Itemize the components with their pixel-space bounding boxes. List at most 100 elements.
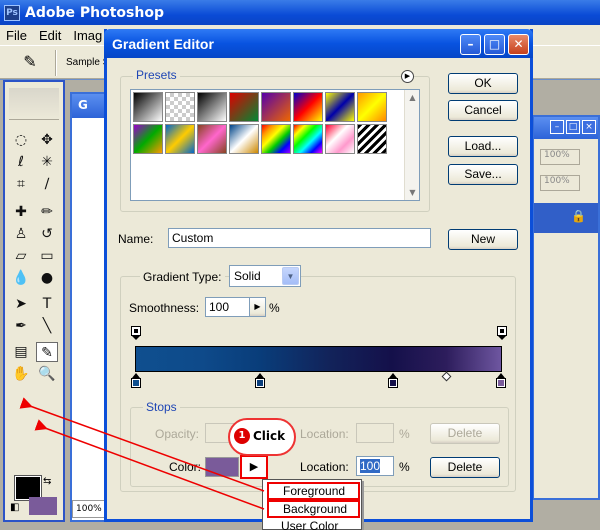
blur-tool-icon[interactable]: 💧 [10,268,32,288]
selected-layer-row[interactable]: 🔒 [534,203,598,233]
healing-brush-tool-icon[interactable]: ✚ [10,202,32,222]
color-menu-arrow-icon[interactable]: ▶ [240,455,268,479]
preset-swatch[interactable] [165,124,195,154]
menu-image[interactable]: Imag [67,28,108,43]
presets-menu-arrow-icon[interactable]: ▶ [401,70,414,83]
close-icon[interactable]: × [582,120,596,134]
preset-swatch[interactable] [325,92,355,122]
eyedropper-tool-icon[interactable]: ✎ [36,342,58,362]
smoothness-label: Smoothness: [129,301,200,315]
color-stop[interactable] [255,373,265,389]
preset-swatch[interactable] [229,124,259,154]
color-stop-selected[interactable] [496,373,506,389]
menu-item-foreground[interactable]: Foreground [267,482,360,500]
chevron-down-icon[interactable]: ▼ [282,267,299,285]
preset-swatch[interactable] [293,124,323,154]
dodge-tool-icon[interactable]: ● [36,268,58,288]
app-title-bar: Ps Adobe Photoshop [0,0,600,25]
type-tool-icon[interactable]: T [36,294,58,314]
lasso-tool-icon[interactable]: ℓ [10,152,32,172]
menu-file[interactable]: File [0,28,33,43]
toolbox: ◌ ✥ ℓ ✳ ⌗ ∕ ✚ ✏ ♙ ↺ ▱ ▭ 💧 ● ➤ T ✒ ╲ ▤ ✎ … [3,80,65,522]
stops-label: Stops [143,400,180,414]
close-icon[interactable]: ✕ [508,34,529,55]
preset-swatch[interactable] [133,92,163,122]
panel-zoom-1[interactable]: 100% [540,149,580,165]
background-color-swatch[interactable] [29,497,57,515]
new-button[interactable]: New [448,229,518,250]
preset-swatch[interactable] [325,124,355,154]
color-location-unit: % [399,460,410,474]
crop-tool-icon[interactable]: ⌗ [10,174,32,194]
brush-tool-icon[interactable]: ✏ [36,202,58,222]
preset-swatch[interactable] [261,124,291,154]
scroll-down-icon[interactable]: ▼ [405,185,420,200]
eraser-tool-icon[interactable]: ▱ [10,246,32,266]
move-tool-icon[interactable]: ✥ [36,130,58,150]
opacity-stop-right[interactable] [497,326,507,340]
name-label: Name: [118,232,154,246]
eyedropper-tool-icon[interactable]: ✎ [18,52,42,74]
opacity-location-unit: % [399,427,410,441]
opacity-stop-left[interactable] [131,326,141,340]
preset-swatch[interactable] [261,92,291,122]
magic-wand-tool-icon[interactable]: ✳ [36,152,58,172]
slice-tool-icon[interactable]: ∕ [36,174,58,194]
gradient-type-label: Gradient Type: [140,270,225,284]
menu-edit[interactable]: Edit [33,28,67,43]
layers-panel-titlebar: – □ × [534,117,598,139]
save-button[interactable]: Save... [448,164,518,185]
pen-tool-icon[interactable]: ✒ [10,316,32,336]
preset-swatch[interactable] [197,92,227,122]
minimize-icon[interactable]: – [460,34,481,55]
preset-swatch[interactable] [165,92,195,122]
opacity-location-input[interactable] [356,423,394,443]
preset-swatch[interactable] [229,92,259,122]
delete-color-stop-button[interactable]: Delete [430,457,500,478]
notes-tool-icon[interactable]: ▤ [10,342,32,362]
gradient-type-select[interactable]: Solid ▼ [229,265,301,287]
maximize-icon[interactable]: □ [484,34,505,55]
default-colors-icon[interactable]: ◧ [10,502,19,513]
menu-item-background[interactable]: Background [267,500,360,518]
cancel-button[interactable]: Cancel [448,100,518,121]
color-location-value: 100 [360,459,381,473]
history-brush-tool-icon[interactable]: ↺ [36,224,58,244]
smoothness-slider-arrow-icon[interactable]: ▶ [249,297,266,317]
scroll-up-icon[interactable]: ▲ [405,90,420,105]
maximize-icon[interactable]: □ [566,120,580,134]
smoothness-unit: % [269,301,280,315]
zoom-tool-icon[interactable]: 🔍 [36,364,58,384]
path-selection-tool-icon[interactable]: ➤ [10,294,32,314]
delete-opacity-stop-button[interactable]: Delete [430,423,500,444]
color-location-input[interactable]: 100 [356,456,394,476]
load-button[interactable]: Load... [448,136,518,157]
sample-size-label: Sample S [66,57,110,68]
stamp-tool-icon[interactable]: ♙ [10,224,32,244]
menu-item-user-color[interactable]: User Color [267,518,360,530]
preset-swatch[interactable] [357,124,387,154]
color-stop[interactable] [388,373,398,389]
line-tool-icon[interactable]: ╲ [36,316,58,336]
layers-panel: – □ × 100% 100% 🔒 [532,115,600,500]
preset-swatch[interactable] [357,92,387,122]
name-input[interactable]: Custom [168,228,431,248]
lock-icon: 🔒 [571,209,586,223]
preset-swatch[interactable] [133,124,163,154]
minimize-icon[interactable]: – [550,120,564,134]
stop-color-swatch[interactable] [205,457,239,477]
marquee-tool-icon[interactable]: ◌ [10,130,32,150]
swap-colors-icon[interactable]: ⇆ [43,476,51,487]
hand-tool-icon[interactable]: ✋ [10,364,32,384]
gradient-tool-icon[interactable]: ▭ [36,246,58,266]
ok-button[interactable]: OK [448,73,518,94]
preset-swatch[interactable] [197,124,227,154]
gradient-preview-bar[interactable] [135,346,502,372]
callout-text: Click [253,429,286,443]
presets-label: Presets [133,68,180,82]
panel-zoom-2[interactable]: 100% [540,175,580,191]
color-stop[interactable] [131,373,141,389]
smoothness-input[interactable]: 100 [205,297,250,317]
preset-swatch[interactable] [293,92,323,122]
presets-scrollbar[interactable]: ▲ ▼ [404,90,419,200]
